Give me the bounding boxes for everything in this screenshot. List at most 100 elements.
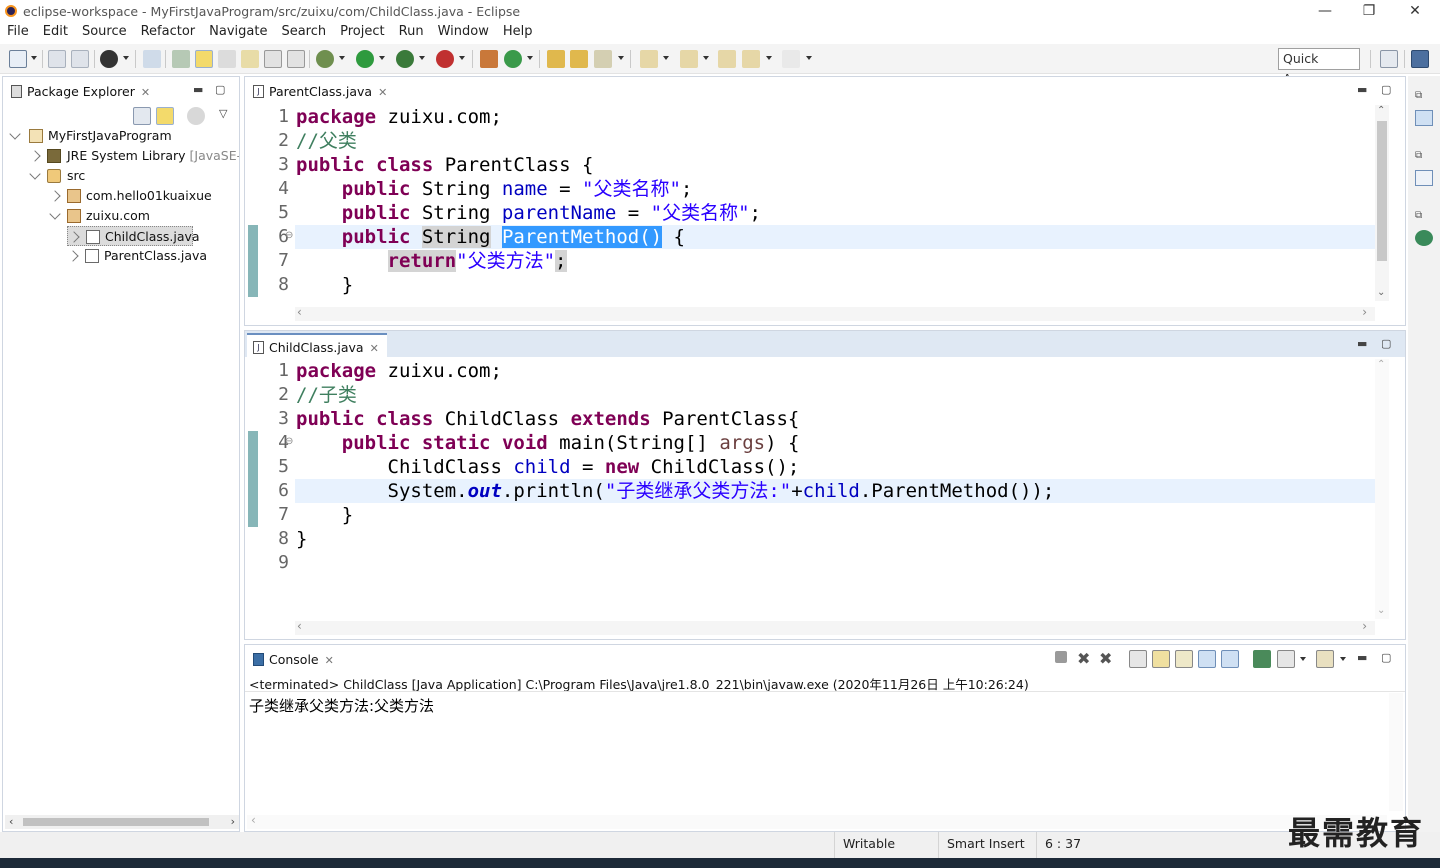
minimize-button[interactable]: — (1302, 0, 1348, 22)
code-line[interactable]: } (296, 527, 307, 551)
debug-dropdown-icon[interactable] (339, 56, 345, 60)
tab-console[interactable]: Console ✕ (247, 647, 342, 671)
outline-icon[interactable] (1415, 110, 1433, 126)
tab-package-explorer[interactable]: Package Explorer ✕ (5, 79, 159, 103)
fold-collapse-icon[interactable]: ⊖ (285, 436, 293, 447)
new-java-class-icon[interactable] (504, 50, 522, 68)
coverage-icon[interactable] (396, 50, 414, 68)
external-tools-dropdown-icon[interactable] (459, 56, 465, 60)
code-line[interactable]: public String parentName = "父类名称"; (296, 201, 761, 225)
open-perspective-icon[interactable] (1380, 50, 1398, 68)
menu-run[interactable]: Run (392, 22, 431, 39)
forward-dropdown-icon[interactable] (806, 56, 812, 60)
scroll-left-icon[interactable]: ‹ (251, 813, 256, 827)
scroll-left-icon[interactable]: ‹ (9, 815, 13, 828)
scroll-lock-icon[interactable] (1152, 650, 1170, 668)
code-line[interactable]: System.out.println("子类继承父类方法:"+child.Par… (296, 479, 1055, 503)
scroll-right-icon[interactable]: › (231, 815, 235, 828)
code-line[interactable]: public String ParentMethod() { (296, 225, 685, 249)
collapse-arrow-icon[interactable] (29, 150, 41, 162)
problems-icon[interactable] (1415, 230, 1433, 246)
maximize-editor-icon[interactable]: ▢ (1381, 337, 1391, 350)
console-output[interactable]: 子类继承父类方法:父类方法 (249, 695, 434, 716)
code-editor-parentclass[interactable]: 1 package zuixu.com; 2 //父类 3 public class Pa… (259, 105, 1379, 301)
scroll-left-icon[interactable]: ‹ (297, 619, 302, 633)
menu-file[interactable]: File (0, 22, 36, 39)
save-icon[interactable] (48, 50, 66, 68)
open-type-icon[interactable] (547, 50, 565, 68)
maximize-view-icon[interactable]: ▢ (1381, 651, 1391, 664)
scroll-up-icon[interactable]: ⌃ (1377, 105, 1385, 116)
code-line[interactable]: public String name = "父类名称"; (296, 177, 693, 201)
search-icon[interactable] (594, 50, 612, 68)
close-tab-icon[interactable]: ✕ (325, 654, 334, 667)
scroll-left-icon[interactable]: ‹ (297, 305, 302, 319)
back-icon[interactable] (742, 50, 760, 68)
coverage-dropdown-icon[interactable] (419, 56, 425, 60)
save-all-icon[interactable] (71, 50, 89, 68)
close-tab-icon[interactable]: ✕ (141, 86, 150, 99)
menu-window[interactable]: Window (431, 22, 496, 39)
collapse-arrow-icon[interactable] (49, 190, 61, 202)
external-tools-icon[interactable] (436, 50, 454, 68)
display-console-dropdown-icon[interactable] (1300, 657, 1306, 661)
tab-parentclass[interactable]: J ParentClass.java ✕ (247, 79, 396, 103)
open-console-dropdown-icon[interactable] (1340, 657, 1346, 661)
new-dropdown-icon[interactable] (31, 56, 37, 60)
open-task-icon[interactable] (570, 50, 588, 68)
collapse-all-icon[interactable] (133, 107, 151, 125)
show-on-stderr-icon[interactable] (1221, 650, 1239, 668)
code-line[interactable]: ChildClass child = new ChildClass(); (296, 455, 800, 479)
code-line[interactable]: } (296, 273, 353, 297)
task-list-icon[interactable] (1415, 170, 1433, 186)
close-tab-icon[interactable]: ✕ (378, 86, 387, 99)
fold-collapse-icon[interactable]: ⊖ (285, 230, 293, 241)
editor1-vertical-scrollbar[interactable]: ⌃ ⌄ (1375, 105, 1389, 301)
clear-console-icon[interactable] (1129, 650, 1147, 668)
debug-icon[interactable] (316, 50, 334, 68)
expand-arrow-icon[interactable] (29, 168, 41, 180)
new-icon[interactable] (9, 50, 27, 68)
restore-icon[interactable]: ⧉ (1415, 90, 1433, 106)
maximize-editor-icon[interactable]: ▢ (1381, 83, 1391, 96)
minimize-editor-icon[interactable]: ▬ (1357, 337, 1367, 350)
scroll-right-icon[interactable]: › (1362, 305, 1367, 319)
next-annotation-dropdown-icon[interactable] (663, 56, 669, 60)
code-line[interactable]: //父类 (296, 129, 357, 153)
code-line[interactable]: } (296, 503, 353, 527)
link-with-editor-icon[interactable] (156, 107, 174, 125)
word-wrap-icon[interactable] (241, 50, 259, 68)
scroll-down-icon[interactable]: ⌄ (1377, 605, 1385, 616)
scrollbar-thumb[interactable] (1377, 121, 1387, 261)
scroll-right-icon[interactable]: › (1362, 619, 1367, 633)
code-line[interactable]: package zuixu.com; (296, 105, 502, 129)
open-console-icon[interactable] (1316, 650, 1334, 668)
maximize-view-icon[interactable]: ▢ (215, 83, 225, 96)
editor2-horizontal-scrollbar[interactable]: ‹ › (295, 619, 1375, 635)
explorer-horizontal-scrollbar[interactable]: ‹ › (5, 815, 239, 829)
editor2-vertical-scrollbar[interactable]: ⌃ ⌄ (1375, 359, 1389, 619)
close-button[interactable]: ✕ (1392, 0, 1438, 22)
previous-annotation-dropdown-icon[interactable] (703, 56, 709, 60)
minimize-view-icon[interactable]: ▬ (193, 83, 203, 96)
code-line[interactable]: package zuixu.com; (296, 359, 502, 383)
scroll-up-icon[interactable]: ⌃ (1377, 359, 1385, 370)
scrollbar-thumb[interactable] (23, 818, 209, 826)
terminate-icon[interactable] (1055, 651, 1067, 663)
show-whitespace-icon[interactable] (264, 50, 282, 68)
profile-icon[interactable] (100, 50, 118, 68)
code-line[interactable]: public class ParentClass { (296, 153, 593, 177)
view-menu-icon[interactable]: ▽ (219, 107, 227, 120)
menu-edit[interactable]: Edit (36, 22, 75, 39)
menu-help[interactable]: Help (496, 22, 540, 39)
skip-breakpoints-icon[interactable] (143, 50, 161, 68)
mark-occurrences-icon[interactable] (195, 50, 213, 68)
new-java-package-icon[interactable] (480, 50, 498, 68)
remove-launch-icon[interactable]: ✖ (1077, 649, 1095, 668)
tree-item-jre-library[interactable]: JRE System Library [JavaSE-1. (29, 146, 239, 166)
menu-search[interactable]: Search (274, 22, 333, 39)
code-line[interactable]: return"父类方法"; (296, 249, 567, 273)
last-edit-location-icon[interactable] (718, 50, 736, 68)
build-icon[interactable] (172, 50, 190, 68)
collapse-arrow-icon[interactable] (68, 231, 80, 243)
